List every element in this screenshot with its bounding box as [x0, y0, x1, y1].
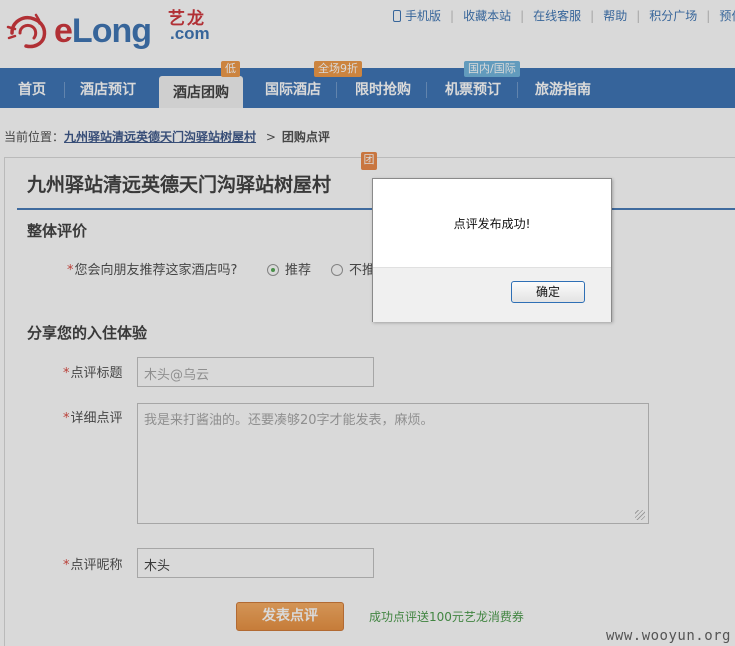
watermark: www.wooyun.org — [605, 628, 731, 644]
ok-button[interactable]: 确定 — [511, 281, 585, 303]
dialog-message: 点评发布成功! — [453, 217, 531, 231]
modal-overlay — [0, 0, 735, 646]
dialog-footer: 确定 — [373, 267, 611, 322]
success-dialog: 点评发布成功! 确定 — [372, 178, 612, 322]
